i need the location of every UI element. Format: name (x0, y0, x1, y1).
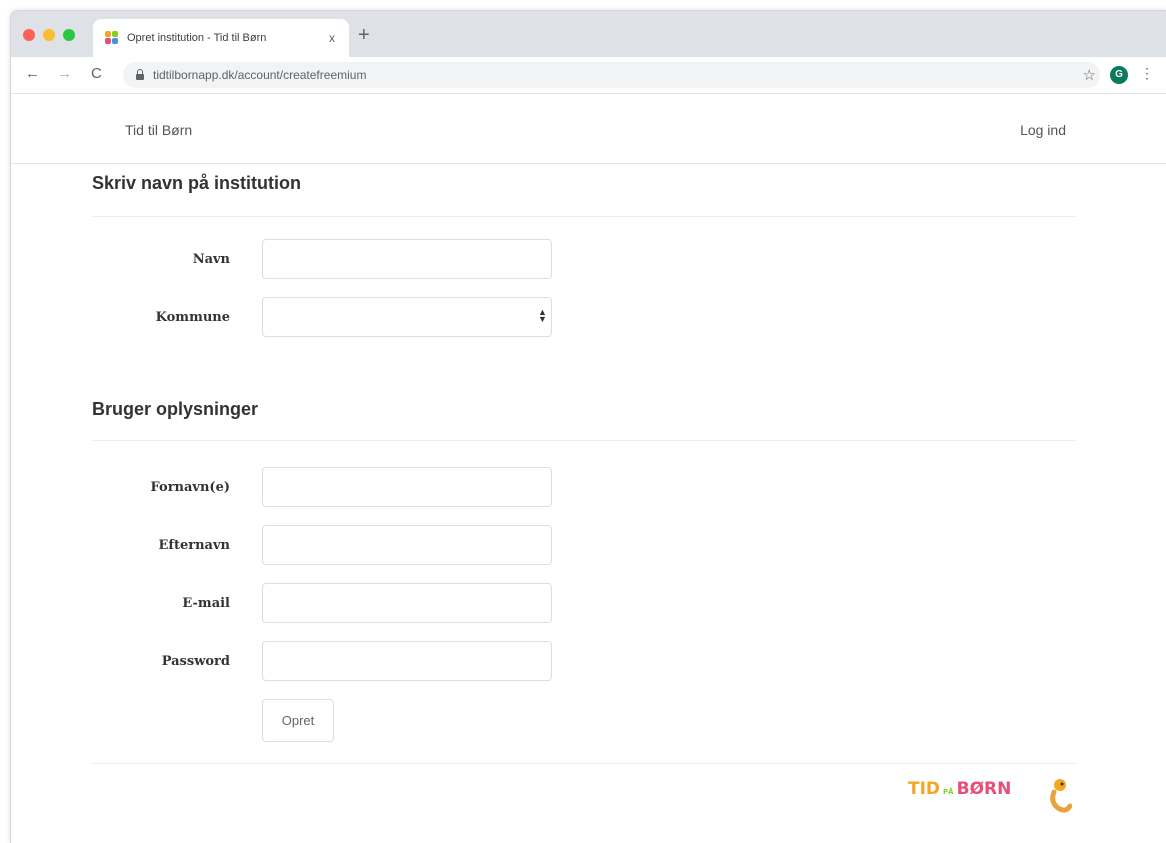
reload-icon[interactable]: C (91, 65, 102, 83)
logo-pa: PÅ (943, 788, 954, 796)
logo-born: BØRN (956, 779, 1012, 799)
browser-menu-icon[interactable]: ⋮ (1140, 65, 1154, 82)
kommune-label: Kommune (155, 310, 230, 325)
close-window-button[interactable] (23, 29, 35, 41)
tab-close-icon[interactable]: x (329, 31, 335, 45)
form-row-email: E-mail (92, 583, 1076, 641)
browser-tab-active[interactable]: Opret institution - Tid til Børn x (93, 19, 349, 57)
bookmark-star-icon[interactable]: ☆ (1083, 66, 1096, 84)
brand-link[interactable]: Tid til Børn (125, 122, 192, 138)
form-row-submit: Opret (92, 699, 1076, 763)
fornavn-label: Fornavn(e) (150, 480, 231, 495)
opret-button[interactable]: Opret (262, 699, 334, 742)
form-row-password: Password (92, 641, 1076, 699)
login-link[interactable]: Log ind (1020, 122, 1066, 138)
efternavn-input[interactable] (262, 525, 552, 565)
form-row-kommune: Kommune ▲ ▼ (92, 297, 1076, 355)
lock-icon[interactable] (135, 69, 145, 81)
tab-title: Opret institution - Tid til Børn (127, 32, 267, 44)
maximize-window-button[interactable] (63, 29, 75, 41)
password-input[interactable] (262, 641, 552, 681)
institution-section-title: Skriv navn på institution (92, 173, 302, 193)
profile-avatar[interactable]: G (1110, 66, 1128, 84)
back-icon[interactable]: ← (25, 65, 40, 83)
email-label: E-mail (182, 596, 230, 611)
forward-icon[interactable]: → (57, 65, 72, 83)
user-section-title: Bruger oplysninger (92, 399, 259, 419)
form-row-navn: Navn (92, 239, 1076, 297)
new-tab-button[interactable]: + (358, 25, 370, 45)
logo-mascot-icon (1050, 779, 1072, 813)
efternavn-label: Efternavn (158, 538, 230, 553)
section-divider (92, 763, 1076, 764)
minimize-window-button[interactable] (43, 29, 55, 41)
navn-label: Navn (192, 252, 230, 267)
email-input[interactable] (262, 583, 552, 623)
form-row-fornavn: Fornavn(e) (92, 467, 1076, 525)
password-label: Password (161, 654, 230, 669)
logo-tid: TID (908, 779, 941, 799)
address-bar[interactable]: tidtilbornapp.dk/account/createfreemium … (123, 62, 1100, 88)
form-row-efternavn: Efternavn (92, 525, 1076, 583)
fornavn-input[interactable] (262, 467, 552, 507)
tid-paa-boern-logo: TID PÅ BØRN (908, 779, 1011, 799)
select-arrows-icon: ▲ ▼ (538, 307, 547, 324)
tab-strip: Opret institution - Tid til Børn x + (11, 11, 1166, 57)
address-url[interactable]: tidtilbornapp.dk/account/createfreemium (153, 68, 366, 82)
navn-input[interactable] (262, 239, 552, 279)
signup-form: Skriv navn på institution Navn Kommune ▲… (92, 153, 1076, 764)
site-favicon-icon (105, 31, 119, 45)
browser-toolbar: ← → C tidtilbornapp.dk/account/createfre… (11, 57, 1166, 94)
kommune-select[interactable] (262, 297, 552, 337)
